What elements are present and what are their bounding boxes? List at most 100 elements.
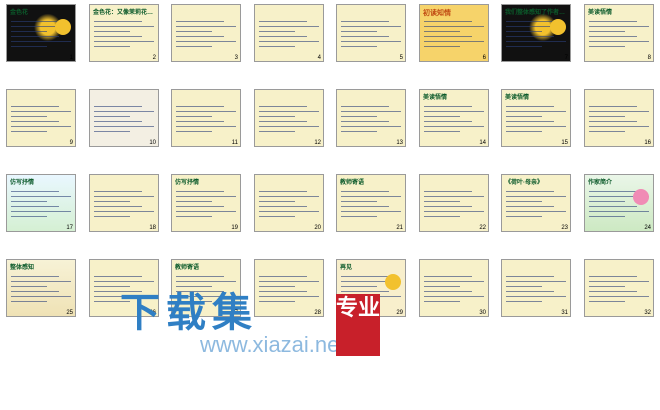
text-line	[424, 116, 460, 117]
text-line	[589, 206, 637, 207]
text-line	[259, 41, 319, 42]
text-line	[506, 41, 566, 42]
text-line	[589, 26, 649, 27]
text-line	[424, 126, 484, 127]
text-line	[506, 301, 542, 302]
slide-thumbnail-5[interactable]: 5	[336, 4, 406, 62]
text-line	[11, 41, 71, 42]
slide-title: 《荷叶·母亲》	[505, 180, 543, 186]
text-line	[94, 206, 142, 207]
text-line	[259, 201, 295, 202]
text-line	[259, 21, 307, 22]
slide-number: 30	[479, 310, 486, 316]
text-line	[11, 201, 47, 202]
slide-number: 8	[647, 55, 651, 61]
slide-text-lines	[506, 272, 566, 308]
slide-thumbnail-2[interactable]: 金色花：又像茉莉花… 2	[89, 4, 159, 62]
text-line	[424, 276, 472, 277]
slide-thumbnail-32[interactable]: 32	[584, 259, 654, 317]
text-line	[506, 281, 566, 282]
text-line	[176, 31, 212, 32]
text-line	[259, 36, 307, 37]
slide-thumbnail-13[interactable]: 13	[336, 89, 406, 147]
slide-number: 29	[396, 310, 403, 316]
text-line	[176, 126, 236, 127]
text-line	[506, 121, 554, 122]
slide-thumbnail-20[interactable]: 20	[254, 174, 324, 232]
slide-thumbnail-25[interactable]: 整体感知 25	[6, 259, 76, 317]
slide-thumbnail-31[interactable]: 31	[501, 259, 571, 317]
text-line	[176, 41, 236, 42]
slide-number: 9	[69, 140, 73, 146]
slide-thumbnail-18[interactable]: 18	[89, 174, 159, 232]
slide-text-lines	[341, 187, 401, 223]
text-line	[176, 196, 236, 197]
slide-number: 6	[482, 55, 486, 61]
text-line	[94, 116, 130, 117]
slide-thumbnail-23[interactable]: 《荷叶·母亲》 23	[501, 174, 571, 232]
text-line	[589, 131, 625, 132]
text-line	[11, 131, 47, 132]
slide-thumbnail-28[interactable]: 28	[254, 259, 324, 317]
text-line	[424, 201, 460, 202]
slide-thumbnail-14[interactable]: 美读悟情 14	[419, 89, 489, 147]
slide-text-lines	[94, 17, 154, 53]
slide-number: 7	[564, 55, 568, 61]
text-line	[176, 281, 236, 282]
slide-title: 教师寄语	[175, 265, 200, 271]
text-line	[424, 111, 484, 112]
slide-thumbnail-3[interactable]: 3	[171, 4, 241, 62]
slide-thumbnail-15[interactable]: 美读悟情 15	[501, 89, 571, 147]
slide-thumbnail-21[interactable]: 教师寄语 21	[336, 174, 406, 232]
slide-thumbnail-22[interactable]: 22	[419, 174, 489, 232]
slide-thumbnail-16[interactable]: 16	[584, 89, 654, 147]
text-line	[341, 116, 377, 117]
slide-thumbnail-19[interactable]: 仿写抒情 19	[171, 174, 241, 232]
slide-number: 2	[152, 55, 156, 61]
text-line	[176, 21, 224, 22]
slide-thumbnail-12[interactable]: 12	[254, 89, 324, 147]
slide-number: 25	[66, 310, 73, 316]
text-line	[259, 31, 295, 32]
slide-thumbnail-17[interactable]: 仿写抒情 17	[6, 174, 76, 232]
text-line	[589, 201, 625, 202]
text-line	[259, 296, 319, 297]
text-line	[341, 21, 389, 22]
text-line	[589, 111, 649, 112]
slide-thumbnail-30[interactable]: 30	[419, 259, 489, 317]
slide-thumbnail-6[interactable]: 初读知情 6	[419, 4, 489, 62]
text-line	[341, 301, 377, 302]
slide-thumbnail-8[interactable]: 美读悟情 8	[584, 4, 654, 62]
text-line	[259, 126, 319, 127]
text-line	[341, 41, 401, 42]
text-line	[506, 196, 566, 197]
slide-thumbnail-10[interactable]: 10	[89, 89, 159, 147]
slide-thumbnail-4[interactable]: 4	[254, 4, 324, 62]
text-line	[94, 131, 130, 132]
slide-title: 仿写抒情	[175, 180, 200, 186]
slide-thumbnail-1[interactable]: 金色花 1	[6, 4, 76, 62]
slide-thumbnail-26[interactable]: 26	[89, 259, 159, 317]
text-line	[506, 106, 554, 107]
slide-thumbnail-7[interactable]: 我们整体感知了作者… 7	[501, 4, 571, 62]
slide-thumbnail-27[interactable]: 教师寄语 27	[171, 259, 241, 317]
text-line	[341, 36, 389, 37]
text-line	[94, 201, 130, 202]
text-line	[176, 26, 236, 27]
text-line	[424, 206, 472, 207]
text-line	[11, 111, 71, 112]
text-line	[94, 31, 130, 32]
text-line	[506, 216, 542, 217]
slide-thumbnail-11[interactable]: 11	[171, 89, 241, 147]
slide-thumbnail-24[interactable]: 作家简介 24	[584, 174, 654, 232]
text-line	[589, 191, 637, 192]
slide-thumbnail-9[interactable]: 9	[6, 89, 76, 147]
text-line	[259, 291, 307, 292]
slide-number: 19	[231, 225, 238, 231]
slide-title: 教师寄语	[340, 180, 365, 186]
text-line	[424, 296, 484, 297]
slide-text-lines	[259, 102, 319, 138]
text-line	[506, 296, 566, 297]
slide-text-lines	[94, 272, 154, 308]
slide-thumbnail-29[interactable]: 再见 29	[336, 259, 406, 317]
